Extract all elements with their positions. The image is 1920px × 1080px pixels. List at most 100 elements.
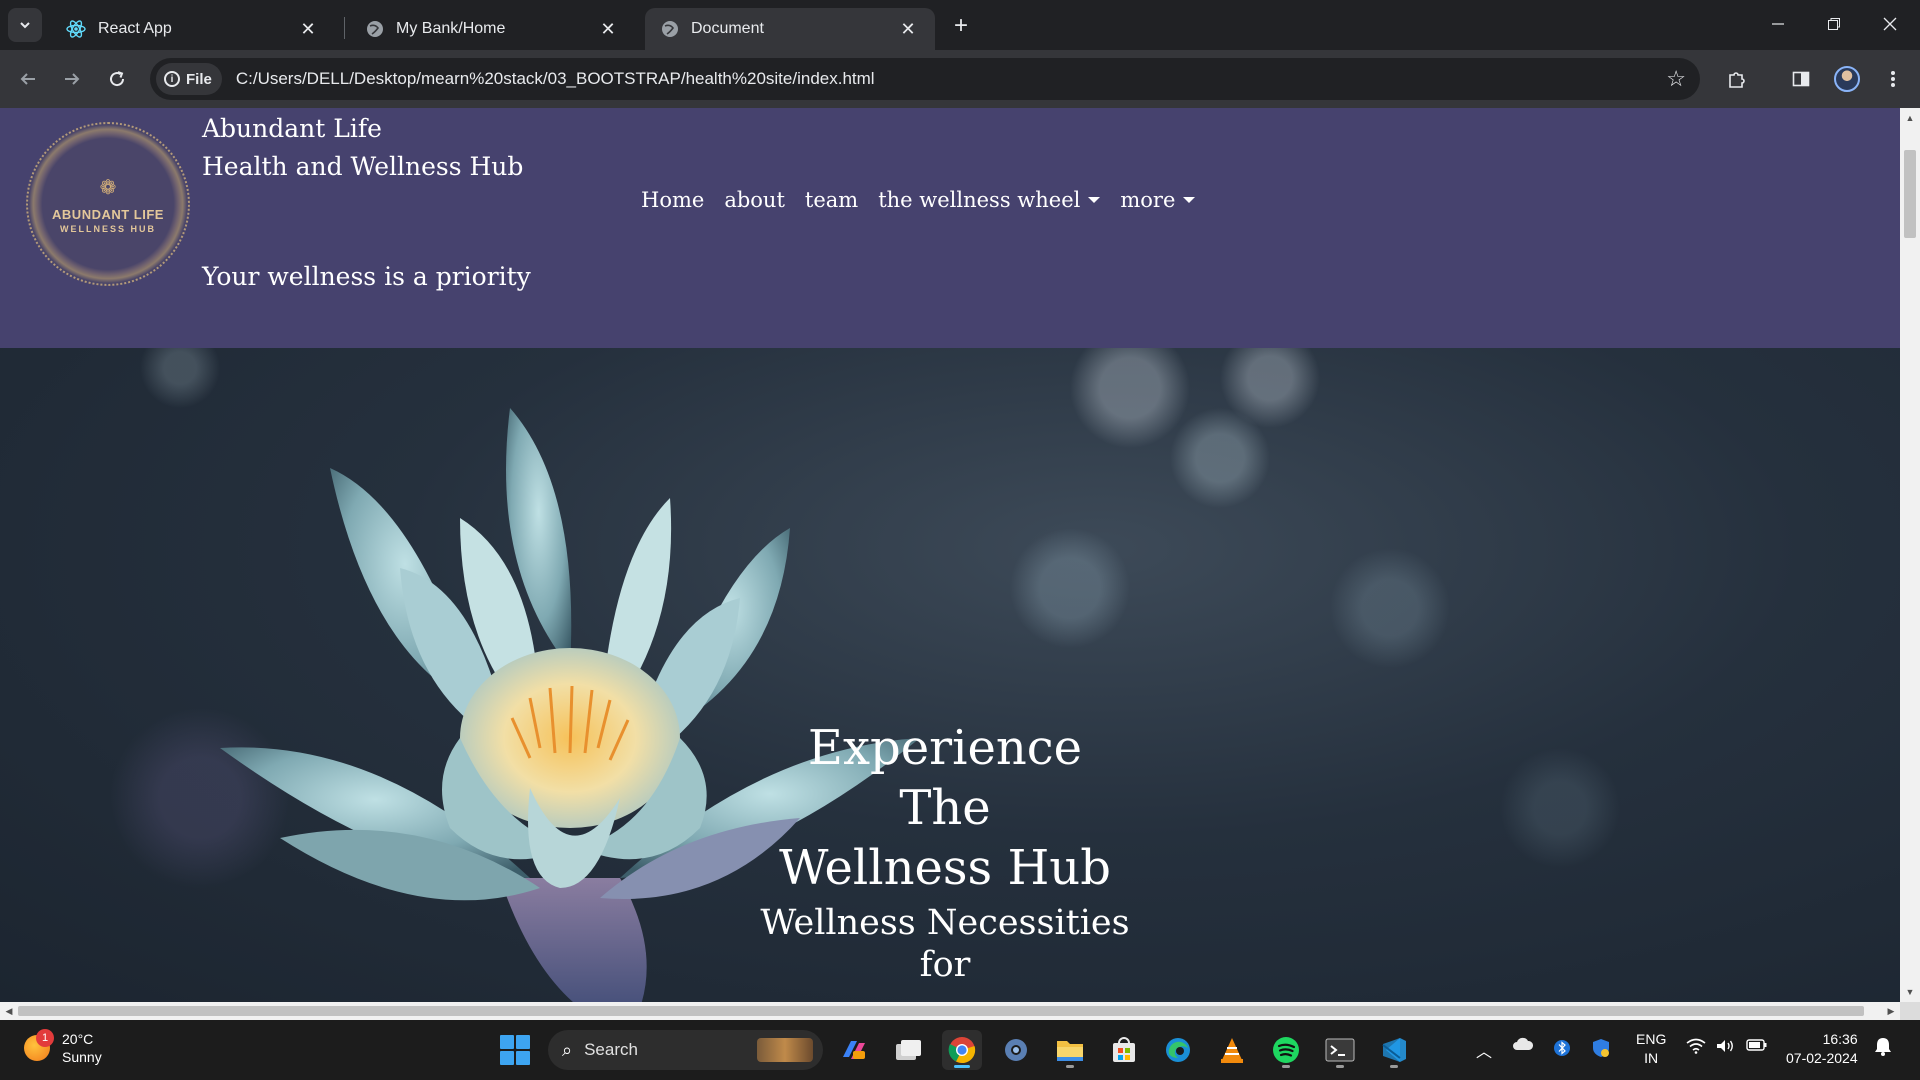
show-hidden-icons-chevron-icon[interactable]: ︿ xyxy=(1476,1038,1492,1062)
hero-text: Experience The Wellness Hub Wellness Nec… xyxy=(735,718,1155,986)
tab-my-bank[interactable]: My Bank/Home ✕ xyxy=(350,8,635,50)
nav-label: team xyxy=(804,188,859,212)
search-highlight-image xyxy=(757,1038,813,1062)
volume-icon[interactable] xyxy=(1716,1038,1736,1059)
page-viewport: ❁ ABUNDANT LIFE WELLNESS HUB Abundant Li… xyxy=(0,108,1900,1002)
menu-button[interactable] xyxy=(1878,64,1908,94)
tab-title: My Bank/Home xyxy=(396,20,506,37)
onedrive-cloud-icon[interactable] xyxy=(1512,1036,1534,1057)
globe-icon xyxy=(662,21,678,37)
brand-title: Abundant Life xyxy=(202,114,382,143)
extensions-button[interactable] xyxy=(1722,64,1752,94)
input-language[interactable]: ENG IN xyxy=(1636,1030,1666,1068)
tab-strip: React App ✕ My Bank/Home ✕ Document ✕ + xyxy=(0,0,1920,50)
hero-banner: Experience The Wellness Hub Wellness Nec… xyxy=(0,348,1900,1002)
windows-start-icon[interactable] xyxy=(500,1035,530,1065)
close-window-button[interactable] xyxy=(1862,0,1918,48)
battery-icon[interactable] xyxy=(1746,1038,1768,1057)
minimize-button[interactable] xyxy=(1750,0,1806,48)
brand-subtitle: Health and Wellness Hub xyxy=(202,152,524,181)
arrow-right-icon xyxy=(65,73,80,85)
system-clock[interactable]: 16:36 07-02-2024 xyxy=(1786,1030,1858,1068)
lang-line2: IN xyxy=(1644,1050,1659,1066)
reload-icon xyxy=(110,71,125,87)
scroll-right-arrow-icon[interactable]: ▶ xyxy=(1882,1002,1900,1020)
more-vertical-icon xyxy=(1891,71,1895,87)
caret-down-icon xyxy=(1183,197,1196,203)
weather-condition: Sunny xyxy=(62,1049,102,1065)
globe-icon xyxy=(367,21,383,37)
spotify-icon[interactable] xyxy=(1266,1030,1306,1070)
profile-avatar[interactable] xyxy=(1834,66,1860,92)
vlc-icon[interactable] xyxy=(1212,1030,1252,1070)
chevron-down-icon xyxy=(20,22,30,29)
lang-line1: ENG xyxy=(1636,1031,1667,1047)
scroll-down-arrow-icon[interactable]: ▼ xyxy=(1900,984,1920,1000)
site-header: ❁ ABUNDANT LIFE WELLNESS HUB Abundant Li… xyxy=(0,108,1900,348)
tab-title: React App xyxy=(98,20,172,37)
tab-react-app[interactable]: React App ✕ xyxy=(50,8,335,50)
horizontal-scrollbar[interactable]: ◀ ▶ xyxy=(0,1002,1900,1020)
logo-text-line2: WELLNESS HUB xyxy=(60,223,156,234)
nav-wellness-wheel-dropdown[interactable]: the wellness wheel xyxy=(878,188,1101,212)
url-text[interactable]: C:/Users/DELL/Desktop/mearn%20stack/03_B… xyxy=(236,69,875,89)
bookmark-star-icon[interactable]: ☆ xyxy=(1666,66,1686,92)
address-bar[interactable]: i File C:/Users/DELL/Desktop/mearn%20sta… xyxy=(150,58,1700,100)
site-info-chip[interactable]: i File xyxy=(156,63,222,95)
bluetooth-icon[interactable] xyxy=(1554,1038,1570,1063)
taskbar-search[interactable]: ⌕ Search xyxy=(548,1030,823,1070)
edge-icon[interactable] xyxy=(1158,1030,1198,1070)
scroll-up-arrow-icon[interactable]: ▲ xyxy=(1900,110,1920,126)
terminal-icon[interactable] xyxy=(1320,1030,1360,1070)
nav-team[interactable]: team xyxy=(805,188,858,212)
tab-document[interactable]: Document ✕ xyxy=(645,8,935,50)
nav-more-dropdown[interactable]: more xyxy=(1120,188,1196,212)
weather-text: 20°C Sunny xyxy=(62,1030,102,1066)
tab-search-button[interactable] xyxy=(8,8,42,42)
vscode-icon[interactable] xyxy=(1374,1030,1414,1070)
side-panel-button[interactable] xyxy=(1786,64,1816,94)
vertical-scrollbar[interactable]: ▲ ▼ xyxy=(1900,108,1920,1002)
chrome-icon[interactable] xyxy=(942,1030,982,1070)
tagline: Your wellness is a priority xyxy=(202,262,531,291)
nav-label: Home xyxy=(641,188,705,212)
logo-text-line1: ABUNDANT LIFE xyxy=(52,206,164,222)
close-tab-icon[interactable]: ✕ xyxy=(897,18,919,40)
new-tab-button[interactable]: + xyxy=(945,10,977,42)
hero-subtitle-line: Wellness Necessities xyxy=(760,903,1130,943)
scrollbar-thumb[interactable] xyxy=(1904,150,1916,238)
hero-subtitle-line: for xyxy=(919,945,971,985)
hero-title-line: The xyxy=(899,780,991,836)
caret-down-icon xyxy=(1088,197,1101,203)
browser-toolbar: i File C:/Users/DELL/Desktop/mearn%20sta… xyxy=(0,50,1920,108)
react-icon xyxy=(66,20,86,38)
close-icon xyxy=(1883,17,1897,31)
close-tab-icon[interactable]: ✕ xyxy=(297,18,319,40)
scrollbar-corner xyxy=(1900,1002,1920,1020)
nav-about[interactable]: about xyxy=(724,188,785,212)
close-tab-icon[interactable]: ✕ xyxy=(597,18,619,40)
brand-logo[interactable]: ❁ ABUNDANT LIFE WELLNESS HUB xyxy=(26,122,190,286)
scroll-left-arrow-icon[interactable]: ◀ xyxy=(0,1002,18,1020)
chip-label: File xyxy=(186,70,212,88)
file-explorer-icon[interactable] xyxy=(1050,1030,1090,1070)
nav-home[interactable]: Home xyxy=(641,188,704,212)
task-view-icon[interactable] xyxy=(888,1030,928,1070)
forward-button[interactable] xyxy=(56,63,88,95)
store-icon[interactable] xyxy=(1104,1030,1144,1070)
wifi-icon[interactable] xyxy=(1686,1038,1706,1059)
nav-label: about xyxy=(724,188,785,212)
clock-date: 07-02-2024 xyxy=(1786,1050,1858,1066)
weather-widget[interactable]: 1 20°C Sunny xyxy=(24,1029,102,1066)
arrow-left-icon xyxy=(20,73,35,85)
security-shield-icon[interactable] xyxy=(1592,1038,1610,1063)
settings-icon[interactable] xyxy=(996,1030,1036,1070)
notifications-bell-icon[interactable] xyxy=(1874,1036,1892,1061)
scrollbar-thumb[interactable] xyxy=(18,1006,1864,1016)
back-button[interactable] xyxy=(12,63,44,95)
minimize-icon xyxy=(1772,23,1784,25)
restore-button[interactable] xyxy=(1806,0,1862,48)
copilot-icon[interactable] xyxy=(834,1030,874,1070)
hero-title-line: Wellness Hub xyxy=(779,840,1111,896)
reload-button[interactable] xyxy=(101,63,133,95)
